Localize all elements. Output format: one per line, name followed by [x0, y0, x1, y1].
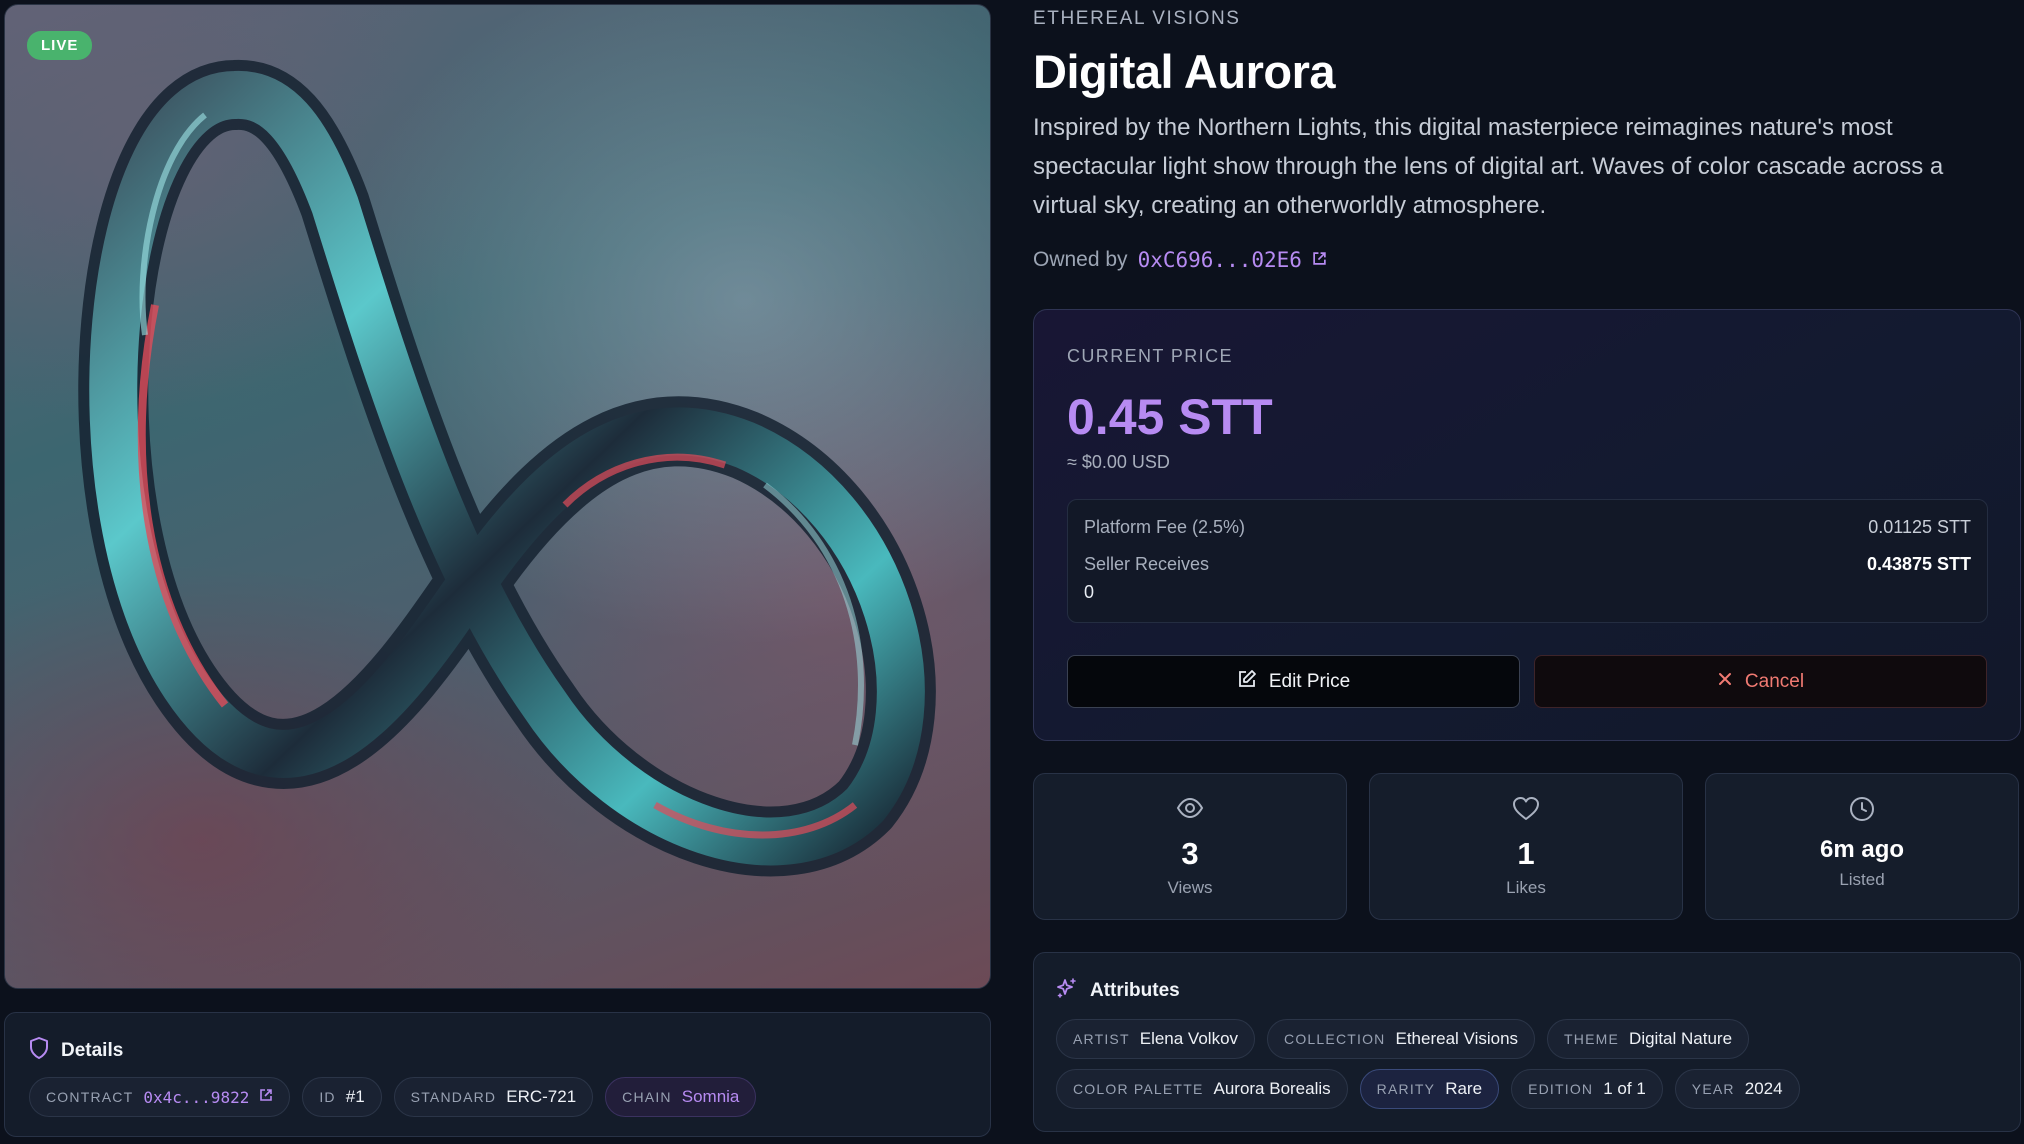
price-label: CURRENT PRICE	[1067, 346, 1233, 366]
listed-time: 6m ago	[1819, 836, 1905, 863]
owner-row: Owned by 0xC696...02E6	[1033, 248, 1327, 272]
attributes-card: Attributes ARTIST Elena Volkov COLLECTIO…	[1033, 952, 2021, 1132]
external-link-icon[interactable]	[259, 1088, 273, 1107]
attribute-key: COLOR PALETTE	[1073, 1081, 1204, 1097]
nft-description: Inspired by the Northern Lights, this di…	[1033, 114, 1944, 219]
cancel-listing-button[interactable]: Cancel	[1534, 655, 1987, 708]
attribute-key: RARITY	[1376, 1081, 1436, 1097]
likes-count: 1	[1517, 836, 1535, 871]
attributes-header: Attributes	[1056, 977, 1180, 1004]
collection-name[interactable]: ETHEREAL VISIONS	[1033, 8, 1241, 30]
attribute-value: 2024	[1744, 1079, 1783, 1098]
attributes-row: COLOR PALETTE Aurora Borealis RARITY Rar…	[1056, 1069, 1800, 1109]
attribute-key: ARTIST	[1073, 1031, 1130, 1047]
details-title: Details	[61, 1039, 124, 1061]
seller-receives-value: 0.43875 STT	[1866, 554, 1971, 574]
likes-label: Likes	[1506, 878, 1546, 897]
details-card: Details CONTRACT 0x4c...9822 ID #1 STAND…	[4, 1012, 991, 1137]
chip-value: Somnia	[681, 1087, 740, 1106]
chain-chip: CHAIN Somnia	[605, 1077, 757, 1117]
nft-artwork[interactable]: LIVE	[4, 4, 991, 989]
fee-extra-value: 0	[1084, 582, 1095, 602]
chip-key: ID	[319, 1089, 336, 1105]
attribute-value: Elena Volkov	[1139, 1029, 1239, 1048]
owner-address[interactable]: 0xC696...02E6	[1138, 248, 1302, 272]
edit-price-button[interactable]: Edit Price	[1067, 655, 1520, 708]
attribute-year: YEAR 2024	[1674, 1069, 1800, 1109]
clock-icon	[1849, 796, 1875, 826]
fee-breakdown: Platform Fee (2.5%) 0.01125 STT Seller R…	[1067, 499, 1988, 623]
views-stat: 3 Views	[1033, 773, 1347, 920]
attribute-color-palette: COLOR PALETTE Aurora Borealis	[1056, 1069, 1348, 1109]
price-card: CURRENT PRICE 0.45 STT ≈ $0.00 USD Platf…	[1033, 309, 2021, 741]
standard-chip: STANDARD ERC-721	[393, 1077, 594, 1117]
nft-title: Digital Aurora	[1033, 45, 1336, 98]
attribute-value: Digital Nature	[1629, 1029, 1733, 1048]
details-chips: CONTRACT 0x4c...9822 ID #1 STANDARD ERC-…	[29, 1077, 757, 1117]
attributes-row: ARTIST Elena Volkov COLLECTION Ethereal …	[1056, 1019, 1750, 1059]
listed-label: Listed	[1839, 870, 1885, 889]
attribute-edition: EDITION 1 of 1	[1511, 1069, 1663, 1109]
contract-address[interactable]: 0x4c...9822	[143, 1088, 249, 1107]
owner-label: Owned by	[1033, 248, 1128, 271]
seller-receives-label: Seller Receives	[1084, 554, 1210, 574]
external-link-icon[interactable]	[1312, 248, 1327, 272]
platform-fee-row: Platform Fee (2.5%) 0.01125 STT	[1084, 517, 1971, 538]
contract-chip[interactable]: CONTRACT 0x4c...9822	[29, 1077, 291, 1117]
attribute-key: THEME	[1564, 1031, 1620, 1047]
heart-icon[interactable]	[1512, 796, 1540, 826]
price-usd: ≈ $0.00 USD	[1067, 452, 1170, 472]
platform-fee-value: 0.01125 STT	[1868, 517, 1971, 537]
live-badge: LIVE	[27, 31, 93, 60]
cancel-label: Cancel	[1744, 670, 1805, 692]
chip-key: CHAIN	[622, 1089, 672, 1105]
views-count: 3	[1181, 836, 1199, 871]
attribute-key: YEAR	[1691, 1081, 1735, 1097]
details-header: Details	[29, 1037, 123, 1064]
edit-price-label: Edit Price	[1268, 670, 1351, 692]
likes-stat[interactable]: 1 Likes	[1369, 773, 1683, 920]
id-chip: ID #1	[302, 1077, 382, 1117]
attribute-key: EDITION	[1528, 1081, 1594, 1097]
platform-fee-label: Platform Fee (2.5%)	[1084, 517, 1246, 537]
chip-key: CONTRACT	[46, 1089, 134, 1105]
chip-value: #1	[345, 1087, 365, 1106]
attribute-collection: COLLECTION Ethereal Visions	[1267, 1019, 1536, 1059]
listed-stat: 6m ago Listed	[1705, 773, 2019, 920]
attribute-key: COLLECTION	[1284, 1031, 1386, 1047]
shield-icon	[29, 1037, 49, 1064]
eye-icon	[1176, 796, 1204, 826]
edit-icon	[1237, 669, 1257, 695]
attribute-value: Ethereal Visions	[1395, 1029, 1519, 1048]
attribute-value: 1 of 1	[1603, 1079, 1646, 1098]
attributes-title: Attributes	[1090, 979, 1180, 1001]
attribute-rarity: RARITY Rare	[1359, 1069, 1500, 1109]
attribute-value: Aurora Borealis	[1213, 1079, 1331, 1098]
attribute-theme: THEME Digital Nature	[1547, 1019, 1750, 1059]
attribute-value: Rare	[1445, 1079, 1483, 1098]
attribute-artist: ARTIST Elena Volkov	[1056, 1019, 1256, 1059]
close-icon	[1717, 671, 1733, 693]
chip-key: STANDARD	[410, 1089, 497, 1105]
chip-value: ERC-721	[506, 1087, 577, 1106]
price-value: 0.45 STT	[1067, 389, 1273, 445]
views-label: Views	[1167, 878, 1213, 897]
seller-receives-row: Seller Receives 0.43875 STT	[1084, 554, 1971, 575]
sparkles-icon	[1056, 977, 1078, 1004]
artwork-image	[78, 59, 936, 877]
